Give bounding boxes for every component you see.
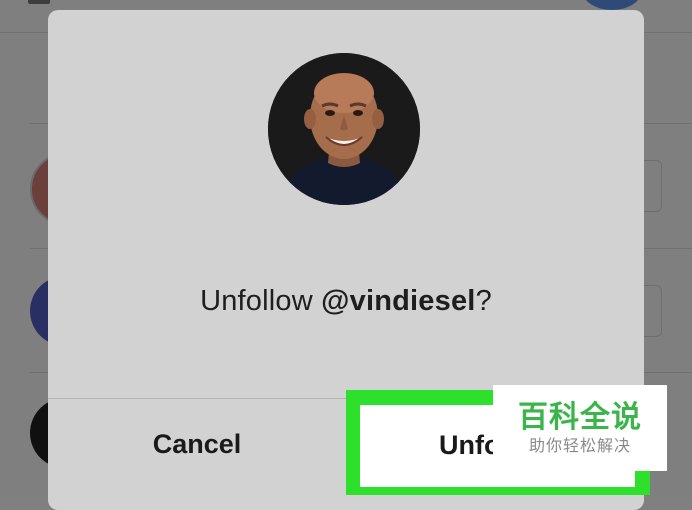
prompt-suffix: ?: [475, 285, 492, 317]
username-handle: @vindiesel: [321, 285, 476, 317]
watermark-subtitle: 助你轻松解决: [528, 438, 631, 455]
watermark-title: 百科全说: [518, 401, 642, 434]
unfollow-prompt: Unfollow @vindiesel?: [48, 285, 644, 318]
prompt-prefix: Unfollow: [200, 285, 322, 317]
avatar-icon: [582, 0, 642, 10]
profile-photo-image: [268, 53, 420, 205]
app-icon: [28, 0, 50, 4]
profile-photo: [268, 53, 420, 205]
watermark-logo: 百科全说 助你轻松解决: [493, 385, 667, 471]
cancel-button[interactable]: Cancel: [48, 399, 346, 505]
